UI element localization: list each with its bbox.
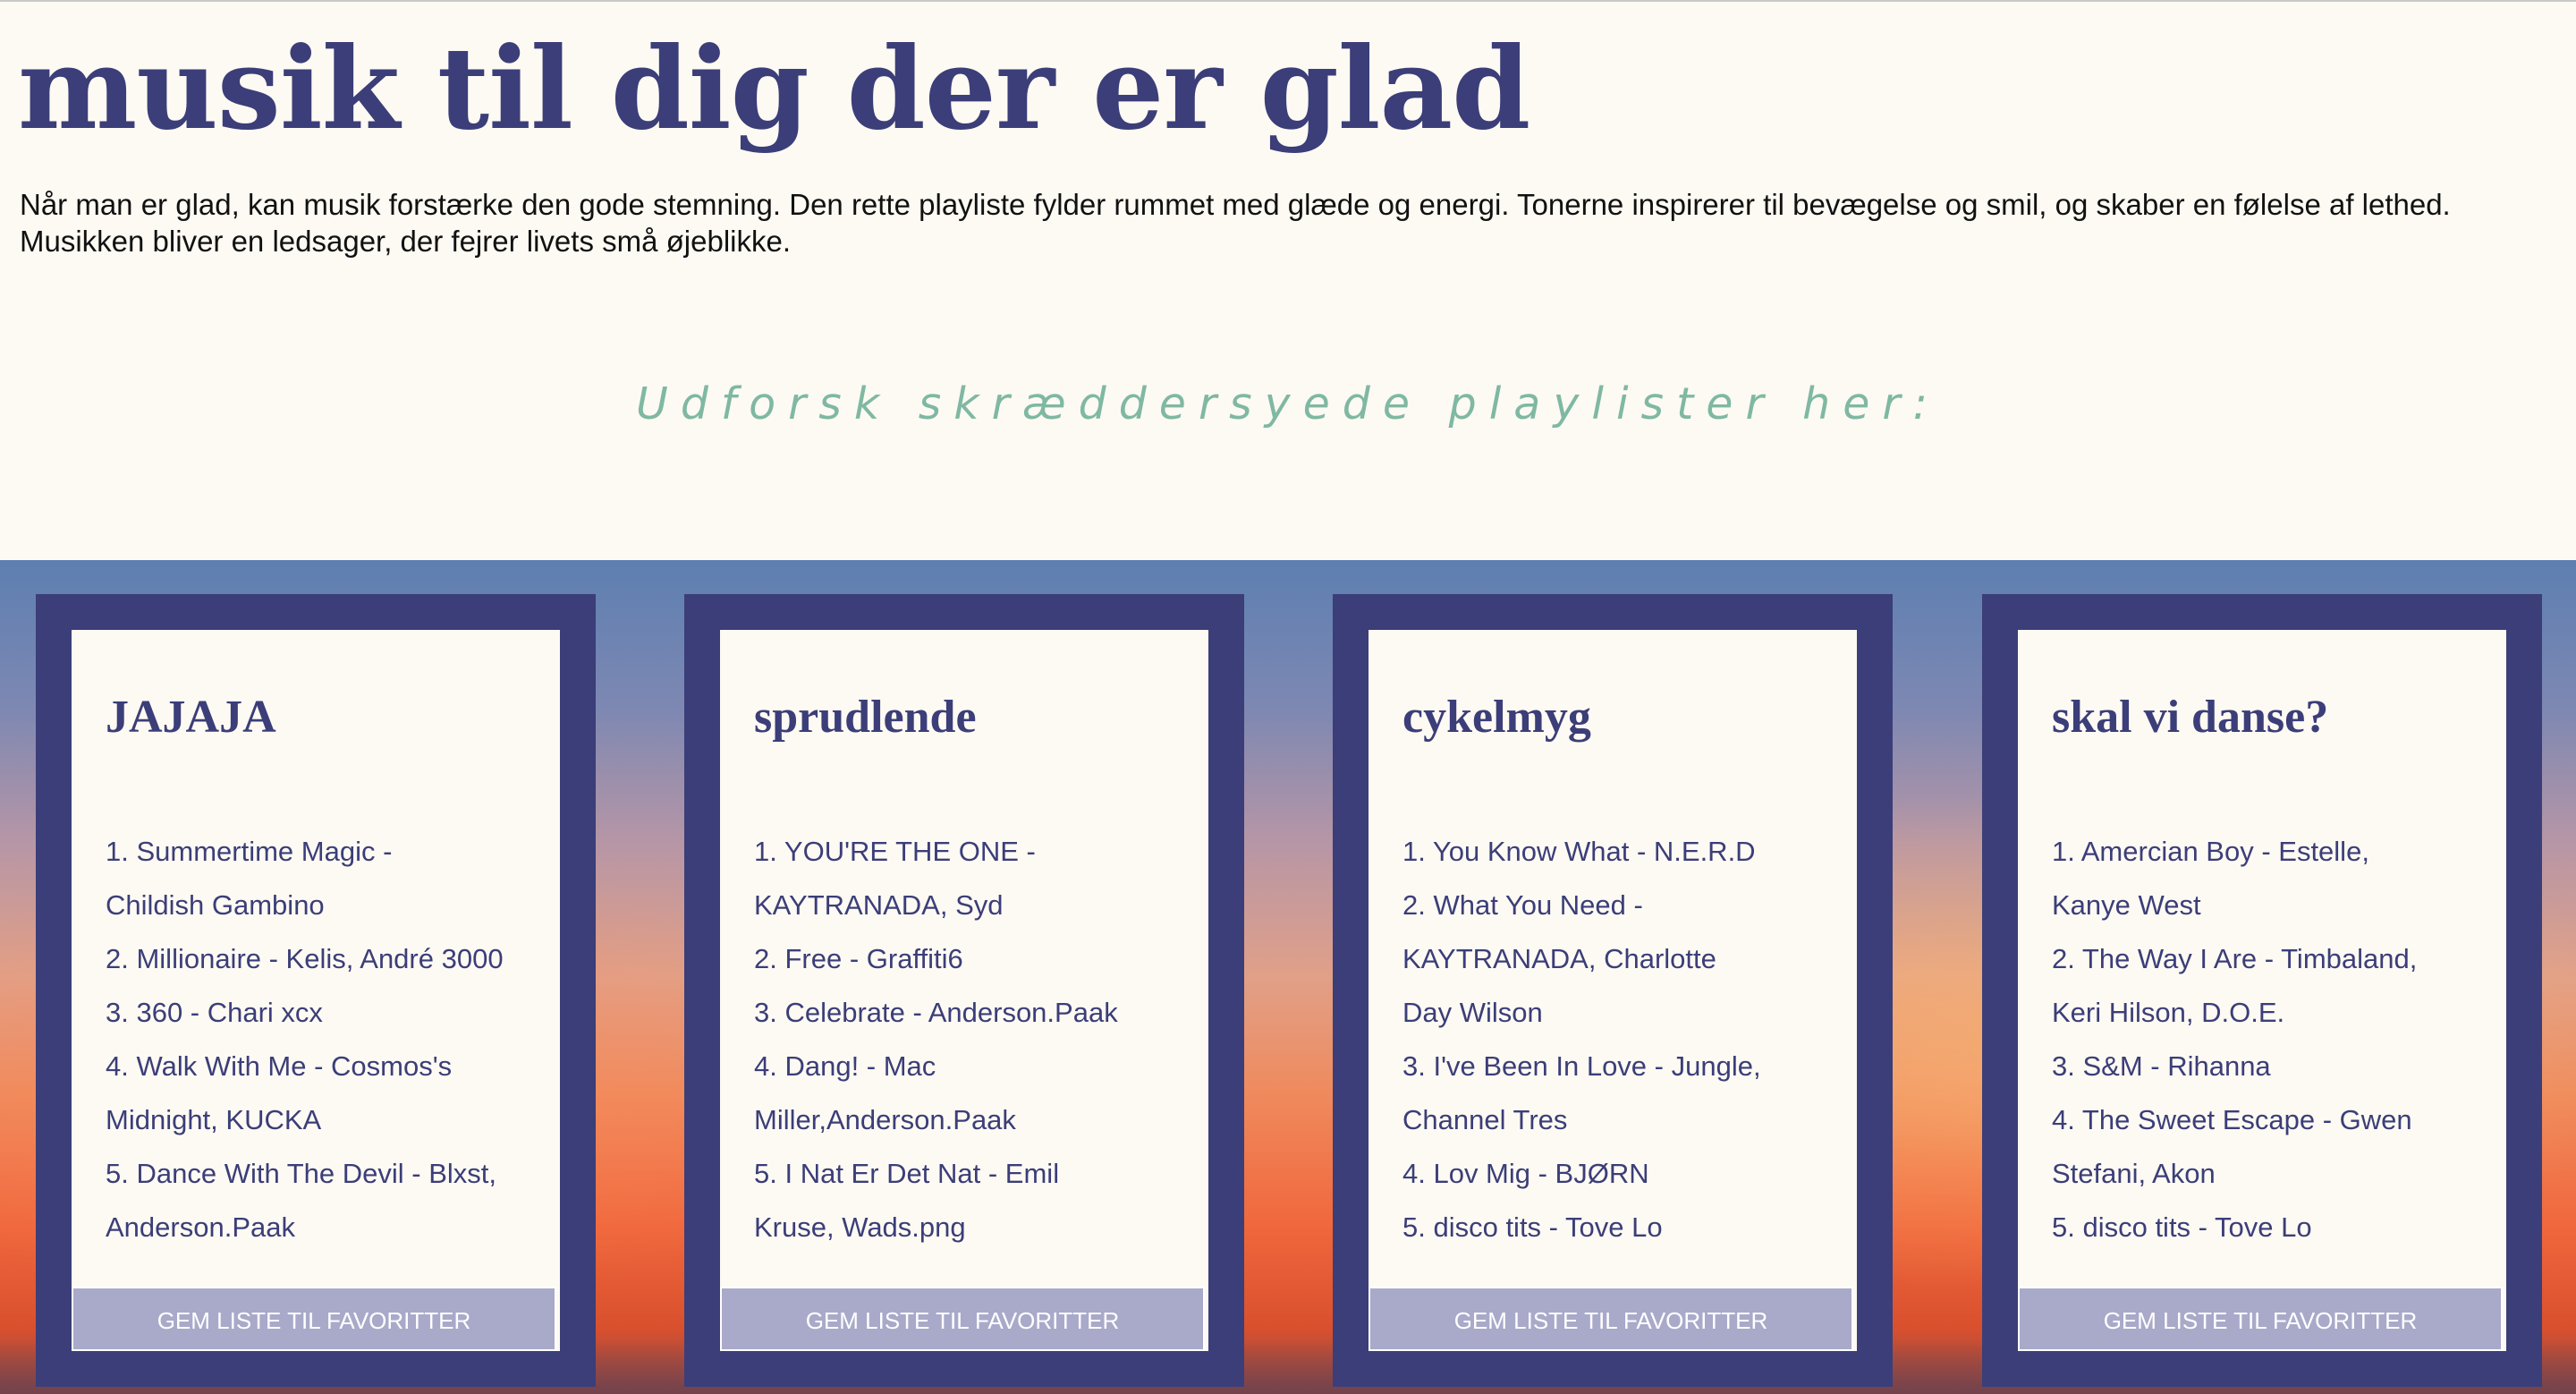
track-list: 1. YOU'RE THE ONE - KAYTRANADA, Syd 2. F… — [754, 825, 1198, 1254]
header-section: musik til dig der er glad Når man er gla… — [0, 2, 2576, 560]
track-line: Kruse, Wads.png — [754, 1211, 966, 1243]
save-favorite-button[interactable]: GEM LISTE TIL FAVORITTER — [2018, 1287, 2503, 1351]
track-line: 5. I Nat Er Det Nat - Emil — [754, 1158, 1060, 1189]
playlist-card-jajaja: JAJAJA 1. Summertime Magic - Childish Ga… — [36, 594, 596, 1387]
track-line: 3. 360 - Chari xcx — [106, 997, 323, 1028]
track-line: 2. The Way I Are - Timbaland, — [2052, 943, 2418, 974]
track-line: Keri Hilson, D.O.E. — [2052, 997, 2285, 1028]
page-title: musik til dig der er glad — [18, 22, 1530, 155]
track-line: 1. YOU'RE THE ONE - — [754, 836, 1036, 867]
playlist-title: skal vi danse? — [2052, 692, 2329, 743]
track-line: 1. Amercian Boy - Estelle, — [2052, 836, 2369, 867]
playlist-title: JAJAJA — [106, 692, 276, 743]
track-line: 2. Millionaire - Kelis, André 3000 — [106, 943, 504, 974]
track-line: Day Wilson — [1402, 997, 1543, 1028]
track-line: Stefani, Akon — [2052, 1158, 2216, 1189]
intro-text: Når man er glad, kan musik forstærke den… — [20, 188, 2451, 258]
track-line: 5. disco tits - Tove Lo — [2052, 1211, 2312, 1243]
track-line: 5. Dance With The Devil - Blxst, — [106, 1158, 497, 1189]
playlist-title: cykelmyg — [1402, 692, 1591, 743]
track-line: Midnight, KUCKA — [106, 1104, 322, 1135]
track-line: 3. Celebrate - Anderson.Paak — [754, 997, 1118, 1028]
track-line: 1. Summertime Magic - — [106, 836, 393, 867]
track-line: Kanye West — [2052, 889, 2201, 921]
track-line: 4. Walk With Me - Cosmos's — [106, 1050, 453, 1082]
save-favorite-button[interactable]: GEM LISTE TIL FAVORITTER — [72, 1287, 556, 1351]
track-line: Miller,Anderson.Paak — [754, 1104, 1016, 1135]
track-list: 1. Summertime Magic - Childish Gambino 2… — [106, 825, 549, 1254]
page: musik til dig der er glad Når man er gla… — [0, 0, 2576, 1394]
playlist-card-sprudlende: sprudlende 1. YOU'RE THE ONE - KAYTRANAD… — [684, 594, 1244, 1387]
track-list: 1. You Know What - N.E.R.D 2. What You N… — [1402, 825, 1846, 1254]
track-line: 3. I've Been In Love - Jungle, — [1402, 1050, 1761, 1082]
playlists-subtitle: Udforsk skræddersyede playlister her: — [635, 378, 1941, 429]
track-line: Childish Gambino — [106, 889, 325, 921]
track-line: KAYTRANADA, Syd — [754, 889, 1004, 921]
playlist-card-cykelmyg: cykelmyg 1. You Know What - N.E.R.D 2. W… — [1333, 594, 1893, 1387]
track-line: 4. Lov Mig - BJØRN — [1402, 1158, 1649, 1189]
track-line: 2. Free - Graffiti6 — [754, 943, 963, 974]
track-line: 4. The Sweet Escape - Gwen — [2052, 1104, 2412, 1135]
track-line: 2. What You Need - — [1402, 889, 1643, 921]
track-list: 1. Amercian Boy - Estelle, Kanye West 2.… — [2052, 825, 2496, 1254]
track-line: Channel Tres — [1402, 1104, 1568, 1135]
track-line: Anderson.Paak — [106, 1211, 295, 1243]
playlist-card-skal-vi-danse: skal vi danse? 1. Amercian Boy - Estelle… — [1982, 594, 2542, 1387]
save-favorite-button[interactable]: GEM LISTE TIL FAVORITTER — [720, 1287, 1205, 1351]
track-line: 5. disco tits - Tove Lo — [1402, 1211, 1663, 1243]
track-line: 4. Dang! - Mac — [754, 1050, 936, 1082]
playlist-title: sprudlende — [754, 692, 977, 743]
save-favorite-button[interactable]: GEM LISTE TIL FAVORITTER — [1368, 1287, 1853, 1351]
track-line: 3. S&M - Rihanna — [2052, 1050, 2271, 1082]
track-line: KAYTRANADA, Charlotte — [1402, 943, 1716, 974]
track-line: 1. You Know What - N.E.R.D — [1402, 836, 1756, 867]
